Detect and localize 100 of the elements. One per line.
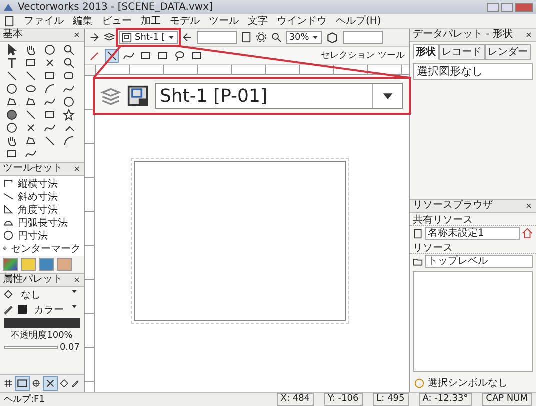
target-icon[interactable] [32, 377, 40, 390]
arrow-icon[interactable] [89, 32, 100, 43]
sheet-icon [127, 85, 149, 107]
star-icon[interactable] [63, 109, 75, 121]
oval-icon[interactable] [25, 83, 37, 95]
polygon-icon[interactable] [6, 96, 18, 108]
close-icon[interactable] [525, 31, 533, 39]
circle-icon[interactable] [6, 83, 18, 95]
zoom-dropdown[interactable]: 30% [286, 31, 322, 44]
layers-icon[interactable] [104, 32, 115, 43]
rectangle-icon[interactable] [16, 377, 29, 390]
rectangle-icon[interactable] [191, 50, 203, 62]
help-hint: ヘルプ:F1 [4, 393, 45, 406]
tool-item[interactable]: 角度寸法 [18, 202, 58, 216]
rectangle-icon[interactable] [6, 148, 18, 160]
sheet-dropdown[interactable]: Sht-1 [P-01] [155, 83, 403, 109]
palette-title: 属性パレット [3, 274, 63, 286]
sheet-dropdown[interactable]: Sht-1 [ [119, 31, 178, 44]
rectangle-icon[interactable] [44, 109, 56, 121]
gear-icon[interactable] [256, 32, 268, 43]
tool-item[interactable]: 円寸法 [18, 228, 48, 242]
close-icon[interactable] [73, 165, 81, 173]
menu-item[interactable]: ヘルプ(H) [336, 14, 382, 28]
color-swatch[interactable] [18, 305, 27, 314]
menu-item[interactable]: 文字 [248, 14, 268, 28]
view-cube-icon[interactable] [326, 31, 340, 44]
rectangle-icon[interactable] [25, 57, 37, 69]
menu-item[interactable]: 加工 [141, 14, 161, 28]
magnifier-icon[interactable] [63, 57, 75, 69]
file-dropdown[interactable]: 名称未設定1 [425, 227, 520, 240]
circle-icon[interactable] [44, 44, 56, 56]
palette-tab[interactable]: レコード [439, 44, 485, 60]
rectangle-icon[interactable] [44, 70, 56, 82]
curve-icon[interactable] [25, 148, 37, 160]
curve-icon[interactable] [44, 122, 56, 134]
folder-dropdown[interactable]: トップレベル [425, 255, 533, 268]
tool-item[interactable]: 円弧長寸法 [18, 216, 68, 230]
circle-icon[interactable] [63, 96, 75, 108]
key-status: CAP NUM [482, 393, 532, 406]
polygon-icon[interactable] [25, 96, 37, 108]
document-icon[interactable] [413, 228, 423, 238]
close-icon[interactable] [525, 202, 533, 210]
minimize-button[interactable] [487, 2, 499, 12]
rounded-rectangle-icon[interactable] [63, 70, 75, 82]
menu-item[interactable]: ツール [209, 14, 239, 28]
cross-icon[interactable] [44, 57, 56, 69]
curve-icon[interactable] [44, 96, 56, 108]
rectangle-icon[interactable] [157, 50, 169, 62]
pen-icon[interactable] [3, 304, 14, 315]
arc-icon[interactable] [44, 83, 56, 95]
window-title: Vectorworks 2013 - [SCENE_DATA.vwx] [18, 2, 213, 12]
menu-item[interactable]: ウインドウ [277, 14, 327, 28]
menu-item[interactable]: ビュー [102, 14, 132, 28]
rectangle-icon[interactable] [140, 50, 152, 62]
opacity-label: 不透明度100% [10, 330, 74, 341]
close-icon[interactable] [73, 276, 81, 284]
magnifier-icon[interactable] [271, 32, 282, 43]
palette-tab[interactable]: 形状 [413, 44, 439, 60]
line-icon[interactable] [6, 70, 18, 82]
palette-title: 基本 [3, 29, 23, 41]
close-button[interactable] [515, 2, 533, 12]
circle-icon [3, 230, 14, 241]
menu-item[interactable]: 編集 [73, 14, 93, 28]
close-icon[interactable] [73, 31, 81, 39]
maximize-button[interactable] [501, 2, 513, 12]
line-icon[interactable] [25, 109, 37, 121]
grid-icon[interactable] [4, 377, 13, 390]
polygon-icon[interactable] [25, 135, 37, 147]
menu-item[interactable]: モデル [170, 14, 200, 28]
pen-dropdown[interactable]: カラー [31, 302, 81, 316]
line-icon[interactable] [44, 135, 56, 147]
circle-icon[interactable] [6, 122, 18, 134]
arrow-icon[interactable] [182, 32, 194, 43]
magnifier-icon[interactable] [63, 44, 75, 56]
curve-icon[interactable] [63, 83, 75, 95]
tool-item[interactable]: センターマーク [11, 242, 81, 256]
menu-item[interactable]: ファイル [24, 14, 64, 28]
tool-item[interactable]: 縦横寸法 [18, 176, 58, 190]
fill-dropdown[interactable]: なし [18, 288, 81, 302]
tool-item[interactable]: 斜め寸法 [18, 190, 58, 204]
folder-icon[interactable] [413, 256, 423, 266]
caret-icon [168, 34, 176, 41]
hand-icon[interactable] [25, 44, 37, 56]
text-icon[interactable] [6, 57, 18, 69]
sheet-icon [122, 32, 132, 42]
status-message: 選択シンボルなし [428, 377, 508, 390]
lasso-icon[interactable] [174, 50, 186, 62]
section-label: 共有リソース [410, 213, 536, 226]
arc-icon[interactable] [63, 135, 75, 147]
document-icon[interactable] [241, 32, 252, 43]
line-icon[interactable] [25, 70, 37, 82]
cross-icon[interactable] [25, 122, 37, 134]
hand-icon[interactable] [6, 135, 18, 147]
disc-icon[interactable] [6, 109, 18, 121]
pointer-icon[interactable] [6, 44, 18, 56]
document-icon [4, 16, 15, 26]
home-icon[interactable] [522, 228, 533, 239]
line-icon[interactable] [106, 50, 118, 62]
palette-tab[interactable]: レンダー [485, 44, 531, 60]
diamond-icon[interactable] [60, 377, 68, 390]
